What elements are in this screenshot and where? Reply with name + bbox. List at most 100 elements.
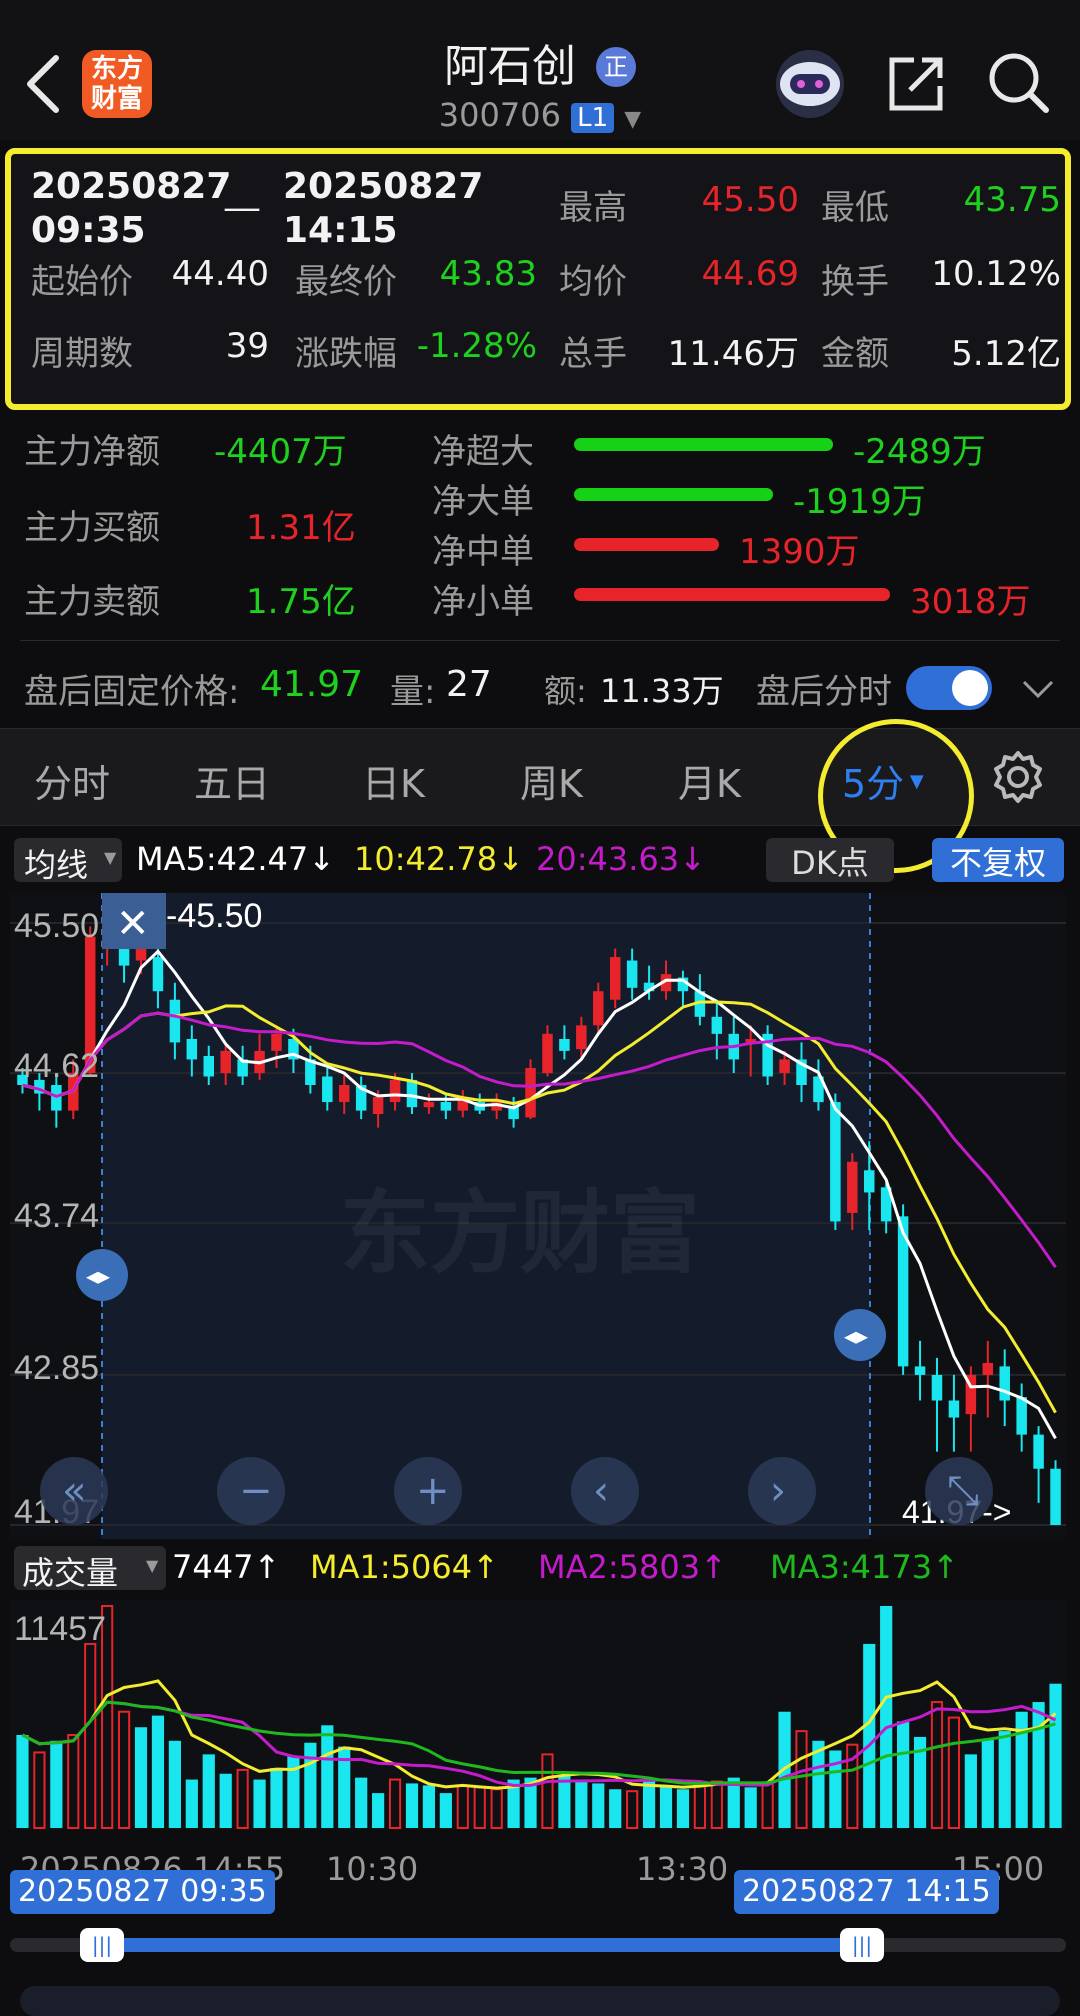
- candle-body: [830, 1102, 841, 1222]
- amount-label: 金额: [821, 334, 889, 374]
- tab-intraday[interactable]: 分时: [34, 753, 110, 808]
- ma20-value: 20:43.63↓: [536, 840, 706, 878]
- after-hours-amt-label: 额:: [544, 672, 587, 710]
- start-date: 20250827: [31, 166, 232, 207]
- volume-chart[interactable]: 11457: [10, 1600, 1066, 1830]
- y-axis-label: 43.74: [14, 1197, 99, 1235]
- time-label-1330: 13:30: [636, 1850, 729, 1888]
- candle-body: [220, 1050, 231, 1074]
- period-tabs: 分时 五日 日K 周K 月K 5分 ▼: [0, 719, 1080, 873]
- candle-body: [1050, 1468, 1061, 1525]
- tab-monthly-k[interactable]: 月K: [678, 753, 741, 808]
- volume-bar: [253, 1779, 266, 1828]
- candle-body: [559, 1038, 570, 1051]
- main-buy-value: 1.31亿: [246, 508, 356, 548]
- range-handle-right[interactable]: |||: [840, 1928, 884, 1962]
- vol-ma3-value: MA3:4173↑: [770, 1548, 959, 1586]
- watermark-text: 东方财富: [340, 1181, 700, 1286]
- open-value: 44.40: [171, 254, 269, 294]
- settings-gear-icon[interactable]: [990, 749, 1046, 805]
- net-flow-value: -4407万: [214, 432, 347, 472]
- after-hours-toggle-label: 盘后分时: [756, 672, 892, 712]
- chevron-down-icon[interactable]: [1020, 674, 1056, 704]
- flow-item-value: 1390万: [739, 532, 860, 572]
- y-axis-label: 44.62: [14, 1047, 99, 1085]
- volume-bar: [998, 1731, 1011, 1828]
- caret-down-icon: ▼: [624, 107, 642, 132]
- volume-bar: [134, 1727, 148, 1828]
- fund-flow-section: 主力净额 -4407万 主力买额 1.31亿 主力卖额 1.75亿 净超大 -24…: [0, 412, 1080, 652]
- volume-bar: [609, 1789, 622, 1828]
- flow-item-value: 3018万: [910, 582, 1031, 622]
- flow-item-bar: [574, 538, 719, 551]
- candle-body: [525, 1067, 536, 1118]
- dk-point-button[interactable]: DK点: [766, 838, 894, 882]
- volume-bar: [1032, 1702, 1045, 1828]
- candle-body: [372, 1096, 384, 1115]
- candle-body: [186, 1038, 198, 1060]
- volume-bar: [16, 1734, 29, 1828]
- close-icon[interactable]: ✕: [116, 902, 150, 946]
- volume-label: 总手: [559, 334, 627, 374]
- volume-selector[interactable]: 成交量 ▼: [14, 1546, 166, 1592]
- ma-indicator-bar: 均线 ▼ MA5:42.47↓ 10:42.78↓ 20:43.63↓ DK点 …: [0, 836, 1080, 888]
- tab-daily-k[interactable]: 日K: [362, 753, 425, 808]
- flow-item-value: -2489万: [853, 432, 986, 472]
- no-adjust-button[interactable]: 不复权: [932, 838, 1064, 882]
- main-sell-label: 主力卖额: [24, 582, 160, 622]
- volume-bar: [270, 1767, 283, 1828]
- robot-assistant-icon[interactable]: [770, 44, 850, 120]
- volume-value: 11.46万: [667, 334, 799, 374]
- volume-bar: [372, 1793, 385, 1828]
- low-label: 最低: [821, 188, 889, 228]
- after-hours-qty: 27: [446, 664, 492, 705]
- ma5-value: MA5:42.47↓: [136, 840, 336, 878]
- no-adjust-label: 不复权: [949, 844, 1046, 882]
- level-badge: L1: [571, 103, 615, 133]
- ma-selector[interactable]: 均线 ▼: [14, 838, 122, 884]
- volume-bar: [676, 1789, 690, 1828]
- candle-body: [406, 1079, 418, 1108]
- main-sell-value: 1.75亿: [246, 582, 356, 622]
- change-value: -1.28%: [416, 326, 537, 366]
- high-price-tag: -45.50: [166, 897, 262, 935]
- candle-body: [863, 1170, 875, 1193]
- search-icon[interactable]: [986, 50, 1052, 116]
- candle-body: [440, 1102, 452, 1111]
- range-handle-left[interactable]: |||: [80, 1928, 124, 1962]
- tab-weekly-k[interactable]: 周K: [520, 753, 583, 808]
- zoom-out-icon: −: [239, 1468, 273, 1514]
- share-icon[interactable]: [884, 52, 948, 116]
- volume-bar: [981, 1738, 994, 1828]
- main-buy-label: 主力买额: [24, 508, 160, 548]
- drag-arrows-icon: ◂▸: [844, 1322, 868, 1350]
- after-hours-price-label: 盘后固定价格:: [24, 672, 240, 712]
- tab-five-day[interactable]: 五日: [194, 753, 270, 808]
- candle-body: [847, 1161, 858, 1213]
- volume-bar: [439, 1793, 452, 1828]
- flow-item-bar: [574, 488, 773, 501]
- after-hours-toggle[interactable]: [906, 666, 992, 710]
- candle-body: [593, 991, 604, 1026]
- flow-item-label: 净大单: [432, 482, 534, 522]
- candle-body: [779, 1059, 790, 1074]
- candle-body: [1016, 1397, 1027, 1435]
- periods-label: 周期数: [31, 334, 133, 374]
- divider: [20, 640, 1060, 641]
- amount-value: 5.12亿: [951, 334, 1061, 374]
- end-time: 14:15: [283, 210, 398, 251]
- after-hours-price: 41.97: [260, 664, 364, 705]
- range-selected: [100, 1938, 860, 1952]
- candle-body: [999, 1366, 1010, 1401]
- volume-bar: [558, 1775, 571, 1828]
- candle-body: [152, 957, 164, 992]
- high-value: 45.50: [701, 180, 799, 220]
- flow-item-label: 净超大: [432, 432, 534, 472]
- scroll-right-icon: ›: [770, 1468, 786, 1514]
- range-dash: __: [225, 172, 259, 212]
- volume-bar: [744, 1787, 757, 1828]
- ma10-value: 10:42.78↓: [354, 840, 524, 878]
- y-axis-label: 42.85: [14, 1349, 99, 1387]
- volume-bar: [422, 1785, 436, 1828]
- candle-body: [982, 1362, 994, 1375]
